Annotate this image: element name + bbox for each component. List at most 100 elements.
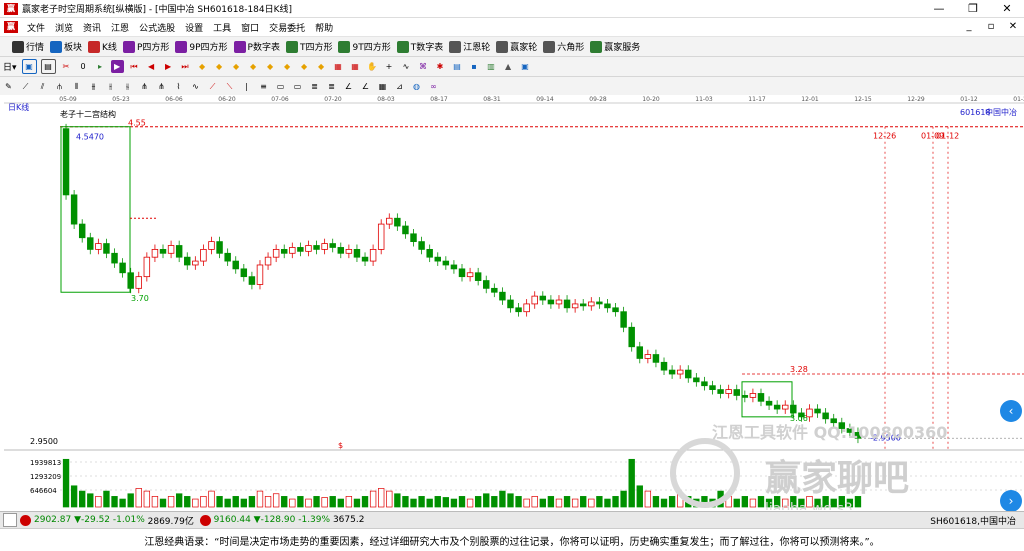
toolbar-t-square-button[interactable]: T四方形 bbox=[285, 40, 332, 53]
volume-bar bbox=[208, 490, 215, 508]
minimize-icon[interactable]: — bbox=[922, 0, 956, 17]
toolbar-9t-square-button[interactable]: 9T四方形 bbox=[338, 40, 391, 53]
wave-icon[interactable]: ∿ bbox=[189, 80, 202, 93]
kline-chart[interactable]: 05-09 05-23 06-06 06-20 07-06 07-20 08-03 08-17… bbox=[0, 95, 1024, 517]
toolbar-winner-wheel-button[interactable]: 赢家轮 bbox=[496, 40, 537, 53]
restore-icon[interactable]: ❐ bbox=[956, 0, 990, 17]
wave-icon[interactable]: ∿ bbox=[400, 60, 413, 73]
angle-icon[interactable]: ∠ bbox=[342, 80, 355, 93]
menu-window[interactable]: 窗口 bbox=[236, 21, 264, 34]
date-tick: 09-28 bbox=[589, 96, 607, 103]
scroll-left-icon[interactable]: ‹ bbox=[1000, 400, 1022, 422]
tool-icon[interactable]: ✱ bbox=[434, 60, 447, 73]
grid-icon[interactable]: ▦ bbox=[349, 60, 362, 73]
menu-file[interactable]: 文件 bbox=[22, 21, 50, 34]
volume-bar bbox=[103, 490, 110, 508]
ray-icon[interactable]: ⟋ bbox=[19, 80, 32, 93]
fib-icon[interactable]: ≣ bbox=[325, 80, 338, 93]
first-icon[interactable]: ⏮ bbox=[128, 60, 141, 73]
fib-icon[interactable]: ≣ bbox=[308, 80, 321, 93]
trend-icon[interactable]: ⟋ bbox=[206, 80, 219, 93]
calendar-icon[interactable]: ▤ bbox=[451, 60, 464, 73]
save-icon[interactable]: ▪ bbox=[468, 60, 481, 73]
volume-bar bbox=[474, 496, 482, 508]
fan-icon[interactable]: ⋔ bbox=[155, 80, 168, 93]
globe-icon[interactable]: ◍ bbox=[410, 80, 423, 93]
menu-formula[interactable]: 公式选股 bbox=[134, 21, 180, 34]
toolbar-dollar-button[interactable]: 赢家服务 bbox=[590, 40, 640, 53]
hand-icon[interactable]: ✋ bbox=[366, 60, 379, 73]
infinity-icon[interactable]: ∞ bbox=[427, 80, 440, 93]
tool-icon[interactable]: ⌘ bbox=[417, 60, 430, 73]
hline-icon[interactable]: ≡ bbox=[257, 80, 270, 93]
diamond-icon[interactable]: ◆ bbox=[315, 60, 328, 73]
fan-icon[interactable]: ⋔ bbox=[138, 80, 151, 93]
toolbar-9p-square-button[interactable]: 9P四方形 bbox=[175, 40, 228, 53]
fork-icon[interactable]: ⫛ bbox=[53, 80, 66, 93]
period-dropdown-icon[interactable]: 日▾ bbox=[3, 60, 17, 73]
watermark-qq: 江恩工具软件 QQ:100800360 bbox=[712, 423, 947, 442]
diamond-icon[interactable]: ◆ bbox=[247, 60, 260, 73]
last-icon[interactable]: ⏭ bbox=[179, 60, 192, 73]
next-icon[interactable]: ▶ bbox=[162, 60, 175, 73]
crosshair-icon[interactable]: + bbox=[383, 60, 396, 73]
rect-icon[interactable]: ▭ bbox=[291, 80, 304, 93]
channel-icon[interactable]: ⫵ bbox=[87, 80, 100, 93]
print-icon[interactable]: ▥ bbox=[485, 60, 498, 73]
menu-news[interactable]: 资讯 bbox=[78, 21, 106, 34]
table-icon[interactable]: ▦ bbox=[376, 80, 389, 93]
forward-icon[interactable]: ▸ bbox=[94, 60, 107, 73]
book-icon[interactable]: ▣ bbox=[519, 60, 532, 73]
diamond-icon[interactable]: ◆ bbox=[230, 60, 243, 73]
menu-tools[interactable]: 工具 bbox=[208, 21, 236, 34]
diamond-icon[interactable]: ◆ bbox=[281, 60, 294, 73]
pen-icon[interactable]: ✎ bbox=[2, 80, 15, 93]
flag-icon[interactable]: ▶ bbox=[110, 60, 124, 73]
volume-bar bbox=[264, 496, 272, 508]
rect-icon[interactable]: ▭ bbox=[274, 80, 287, 93]
toolbar-t-table-button[interactable]: T数字表 bbox=[396, 40, 443, 53]
split-icon[interactable]: ⫳ bbox=[121, 80, 134, 93]
vline-icon[interactable]: | bbox=[240, 80, 253, 93]
diamond-icon[interactable]: ◆ bbox=[213, 60, 226, 73]
page-icon[interactable]: ▤ bbox=[40, 59, 56, 74]
car-icon[interactable]: ▲ bbox=[502, 60, 515, 73]
sh-index[interactable]: 2902.87 bbox=[34, 515, 71, 525]
trend-icon[interactable]: ⟍ bbox=[223, 80, 236, 93]
screen-icon[interactable]: ▣ bbox=[21, 59, 37, 74]
sz-index[interactable]: 9160.44 bbox=[214, 515, 251, 525]
toolbar-grid-button[interactable]: 行情 bbox=[12, 40, 44, 53]
chart-icon[interactable]: ⊿ bbox=[393, 80, 406, 93]
toolbar-blocks-button[interactable]: 板块 bbox=[50, 40, 82, 53]
lines-icon[interactable]: ⫽ bbox=[36, 80, 49, 93]
diamond-icon[interactable]: ◆ bbox=[196, 60, 209, 73]
wave-icon[interactable]: ⌇ bbox=[172, 80, 185, 93]
toolbar-gann-wheel-button[interactable]: 江恩轮 bbox=[449, 40, 490, 53]
toolbar-kline-button[interactable]: K线 bbox=[88, 40, 117, 53]
menu-settings[interactable]: 设置 bbox=[180, 21, 208, 34]
menu-gann[interactable]: 江恩 bbox=[106, 21, 134, 34]
toolbar-p-table-button[interactable]: P数字表 bbox=[233, 40, 280, 53]
angle-icon[interactable]: ∠ bbox=[359, 80, 372, 93]
prev-icon[interactable]: ◀ bbox=[145, 60, 158, 73]
grid-icon[interactable]: ▦ bbox=[332, 60, 345, 73]
channel-icon[interactable]: ⫴ bbox=[70, 80, 83, 93]
close-icon[interactable]: ✕ bbox=[990, 0, 1024, 17]
volume-bar bbox=[442, 497, 450, 508]
mdi-restore-icon[interactable]: ▫ bbox=[980, 18, 1002, 36]
menu-toggle-icon[interactable] bbox=[3, 513, 17, 527]
diamond-icon[interactable]: ◆ bbox=[298, 60, 311, 73]
menu-browse[interactable]: 浏览 bbox=[50, 21, 78, 34]
mdi-minimize-icon[interactable]: _ bbox=[958, 18, 980, 36]
cut-icon[interactable]: ✂ bbox=[60, 60, 73, 73]
toolbar-p-square-button[interactable]: P四方形 bbox=[122, 40, 169, 53]
kline-chart-svg[interactable]: 05-09 05-23 06-06 06-20 07-06 07-20 08-03 08-17… bbox=[0, 95, 1024, 517]
menu-trade[interactable]: 交易委托 bbox=[264, 21, 310, 34]
menu-help[interactable]: 帮助 bbox=[310, 21, 338, 34]
zero-icon[interactable]: 0 bbox=[77, 60, 90, 73]
scroll-right-icon[interactable]: › bbox=[1000, 490, 1022, 512]
toolbar-hexagon-button[interactable]: 六角形 bbox=[543, 40, 584, 53]
diamond-icon[interactable]: ◆ bbox=[264, 60, 277, 73]
mdi-close-icon[interactable]: ✕ bbox=[1002, 18, 1024, 36]
split-icon[interactable]: ⫲ bbox=[104, 80, 117, 93]
